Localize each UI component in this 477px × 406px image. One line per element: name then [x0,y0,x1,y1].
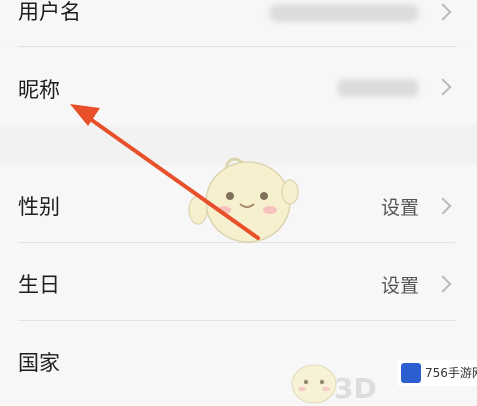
site-badge-label: 756手游网 [425,366,477,380]
cube-logo-icon [401,363,421,383]
chevron-right-icon [434,3,452,21]
nickname-label: 昵称 [18,78,60,102]
username-value-blurred [269,4,419,22]
chevron-right-icon [434,275,452,293]
username-label: 用户名 [18,0,81,24]
gender-value: 设置 [380,197,419,219]
settings-row-nickname[interactable]: 昵称 [0,47,477,125]
nickname-value-blurred [337,79,419,97]
mascot-watermark-icon [188,157,299,243]
site-badge: 756手游网 [397,360,477,386]
chevron-right-icon [434,78,452,96]
country-label: 国家 [18,351,60,375]
birthday-label: 生日 [18,273,60,297]
mascot-watermark-small-icon [291,364,337,404]
birthday-value: 设置 [380,275,419,297]
gender-label: 性别 [18,195,60,219]
settings-row-username[interactable]: 用户名 [0,0,477,46]
chevron-right-icon [434,197,452,215]
